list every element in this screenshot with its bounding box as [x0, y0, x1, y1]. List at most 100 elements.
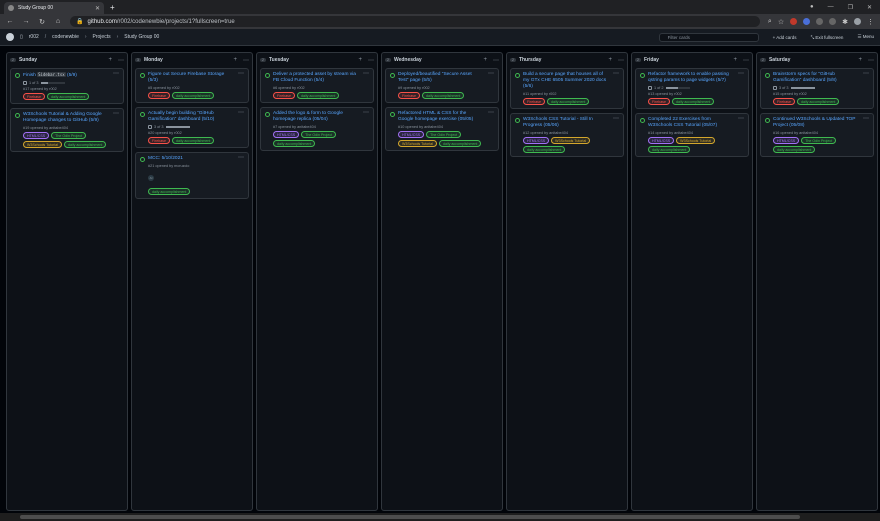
add-card-icon[interactable]: +: [108, 57, 112, 64]
column-menu-icon[interactable]: ⋯: [493, 57, 499, 64]
minimize-icon[interactable]: —: [828, 4, 834, 10]
card-menu-icon[interactable]: ⋯: [363, 109, 369, 116]
card-title-link[interactable]: Deliver a protected asset by stream via …: [273, 72, 357, 84]
card-menu-icon[interactable]: ⋯: [738, 70, 744, 77]
card-menu-icon[interactable]: ⋯: [113, 110, 119, 117]
assignee-avatar[interactable]: AI: [148, 174, 154, 181]
issue-card[interactable]: ⋯ Completed 22 Exercises from W3Schools C…: [635, 113, 749, 157]
card-title-link[interactable]: W3Schools Tutorial & Adding Google Homep…: [23, 112, 107, 124]
issue-label[interactable]: daily accomplishment: [63, 141, 107, 148]
card-menu-icon[interactable]: ⋯: [613, 70, 619, 77]
issue-label[interactable]: HTML/CSS: [648, 137, 675, 144]
card-title-link[interactable]: Refactor framework to enable passing qst…: [648, 72, 732, 84]
forward-icon[interactable]: →: [22, 18, 30, 25]
horizontal-scrollbar[interactable]: [0, 513, 880, 521]
add-card-icon[interactable]: +: [358, 57, 362, 64]
issue-label[interactable]: W3Schools Tutorial: [23, 141, 62, 148]
filter-cards-input[interactable]: Filter cards: [658, 32, 759, 42]
issue-label[interactable]: The Odin Project: [301, 131, 337, 138]
card-menu-icon[interactable]: ⋯: [613, 115, 619, 122]
card-menu-icon[interactable]: ⋯: [113, 70, 119, 77]
issue-label[interactable]: W3Schools Tutorial: [551, 137, 591, 144]
issue-card[interactable]: ⋯ Finish Sidebar.tsx (5/9) 1 of 3 #17 opene…: [10, 68, 124, 104]
card-menu-icon[interactable]: ⋯: [238, 70, 244, 77]
issue-card[interactable]: ⋯ MCC: 5/10/2021 #21 opened by mcruzcio AI d…: [135, 152, 249, 199]
column-menu-icon[interactable]: ⋯: [743, 57, 749, 64]
card-title-link[interactable]: Actually begin building "GitHub Gamifica…: [148, 111, 232, 123]
close-tab-icon[interactable]: ✕: [95, 5, 100, 12]
kebab-menu-icon[interactable]: ⋮: [867, 18, 874, 26]
card-title-link[interactable]: Continued W3Schools & Updated TOP Projec…: [773, 117, 857, 129]
card-title-link[interactable]: W3Schools CSS Tutorial - Still In Progre…: [523, 117, 607, 129]
issue-card[interactable]: ⋯ Refactored HTML & CSS for the Google ho…: [385, 107, 499, 151]
issue-label[interactable]: daily accomplishment: [171, 92, 215, 99]
issue-label[interactable]: daily accomplishment: [273, 140, 316, 147]
new-tab-button[interactable]: +: [104, 2, 121, 14]
card-title-link[interactable]: Refactored HTML & CSS for the Google hom…: [398, 111, 482, 123]
issue-card[interactable]: ⋯ Brainstorm specs for "GitHub Gamificati…: [760, 68, 874, 109]
card-title-link[interactable]: Brainstorm specs for "GitHub Gamificatio…: [773, 72, 857, 84]
zoom-icon[interactable]: ⌕: [768, 18, 772, 26]
card-menu-icon[interactable]: ⋯: [238, 109, 244, 116]
card-title-link[interactable]: Figure out Secure Firebase Storage (5/3): [148, 72, 232, 84]
url-field[interactable]: 🔒 github.com/r002/codenewbie/projects/1?…: [70, 16, 760, 27]
issue-label[interactable]: Firebase: [23, 93, 45, 100]
card-title-link[interactable]: Finish Sidebar.tsx (5/9): [23, 72, 77, 79]
bookmark-star-icon[interactable]: ☆: [778, 18, 784, 26]
card-menu-icon[interactable]: ⋯: [863, 115, 869, 122]
profile-icon[interactable]: ●: [810, 4, 814, 10]
issue-label[interactable]: W3Schools Tutorial: [676, 137, 716, 144]
github-logo-icon[interactable]: [6, 33, 14, 41]
extension-icon[interactable]: [790, 18, 798, 25]
issue-card[interactable]: ⋯ W3Schools Tutorial & Adding Google Home…: [10, 108, 124, 152]
home-icon[interactable]: ⌂: [54, 18, 62, 25]
issue-label[interactable]: HTML/CSS: [273, 131, 300, 138]
issue-label[interactable]: daily accomplishment: [438, 140, 482, 147]
column-menu-icon[interactable]: ⋯: [618, 57, 624, 64]
issue-card[interactable]: ⋯ Added the logo & form to Google homepag…: [260, 107, 374, 151]
issue-label[interactable]: HTML/CSS: [523, 137, 550, 144]
add-card-icon[interactable]: +: [483, 57, 487, 64]
issue-label[interactable]: The Odin Project: [801, 137, 837, 144]
issue-label[interactable]: daily accomplishment: [421, 92, 465, 99]
column-menu-icon[interactable]: ⋯: [868, 57, 874, 64]
issue-label[interactable]: HTML/CSS: [773, 137, 800, 144]
issue-label[interactable]: daily accomplishment: [171, 137, 215, 144]
reload-icon[interactable]: ↻: [38, 18, 46, 26]
column-menu-icon[interactable]: ⋯: [243, 57, 249, 64]
issue-card[interactable]: ⋯ Continued W3Schools & Updated TOP Proje…: [760, 113, 874, 157]
card-title-link[interactable]: Added the logo & form to Google homepage…: [273, 111, 357, 123]
card-menu-icon[interactable]: ⋯: [363, 70, 369, 77]
issue-label[interactable]: The Odin Project: [426, 131, 462, 138]
issue-label[interactable]: Firebase: [773, 98, 795, 105]
issue-label[interactable]: Firebase: [273, 92, 295, 99]
issue-card[interactable]: ⋯ Deliver a protected asset by stream via…: [260, 68, 374, 103]
extension-icon[interactable]: [816, 18, 824, 25]
add-cards-button[interactable]: + Add cards: [773, 35, 797, 40]
browser-tab[interactable]: Study Group 00 ✕: [4, 2, 104, 14]
issue-label[interactable]: Firebase: [148, 92, 170, 99]
maximize-icon[interactable]: ❐: [848, 4, 853, 11]
add-card-icon[interactable]: +: [858, 57, 862, 64]
issue-label[interactable]: daily accomplishment: [671, 98, 715, 105]
issue-label[interactable]: Firebase: [523, 98, 545, 105]
card-title-link[interactable]: Completed 22 Exercises from W3Schools CS…: [648, 117, 732, 129]
card-title-link[interactable]: MCC: 5/10/2021: [148, 156, 183, 162]
extension-icon[interactable]: [829, 18, 837, 25]
issue-label[interactable]: W3Schools Tutorial: [398, 140, 437, 147]
issue-label[interactable]: Firebase: [398, 92, 420, 99]
issue-label[interactable]: daily accomplishment: [296, 92, 340, 99]
issue-card[interactable]: ⋯ Deployed/beautified "Secure Asset Test"…: [385, 68, 499, 103]
profile-avatar[interactable]: [854, 18, 861, 25]
issue-label[interactable]: daily accomplishment: [648, 146, 691, 153]
card-menu-icon[interactable]: ⋯: [738, 115, 744, 122]
issue-label[interactable]: HTML/CSS: [23, 132, 50, 139]
issue-label[interactable]: Firebase: [148, 137, 170, 144]
puzzle-icon[interactable]: ✱: [842, 18, 848, 26]
issue-label[interactable]: daily accomplishment: [796, 98, 840, 105]
issue-label[interactable]: Firebase: [648, 98, 670, 105]
card-menu-icon[interactable]: ⋯: [863, 70, 869, 77]
card-menu-icon[interactable]: ⋯: [238, 154, 244, 161]
close-window-icon[interactable]: ✕: [867, 4, 872, 11]
issue-card[interactable]: ⋯ W3Schools CSS Tutorial - Still In Progr…: [510, 113, 624, 157]
